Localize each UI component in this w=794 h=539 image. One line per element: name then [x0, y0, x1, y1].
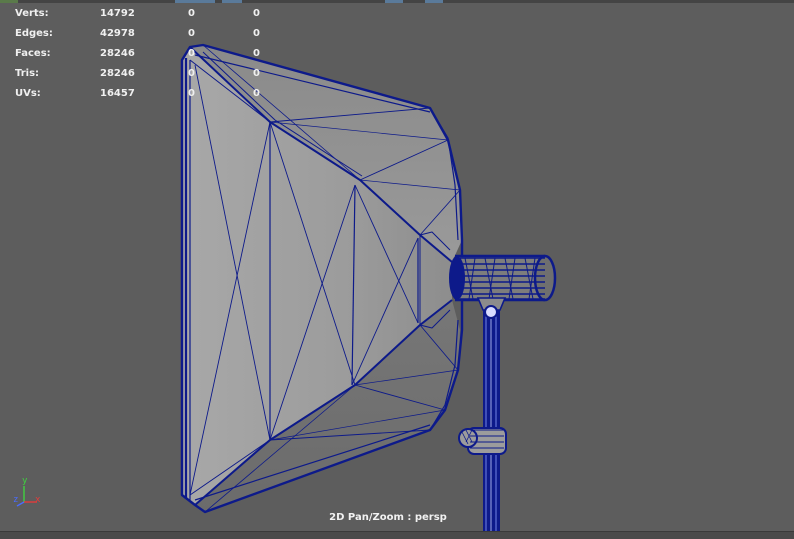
hud-components: 0: [253, 8, 260, 19]
viewport-bottom-edge: [0, 531, 794, 539]
hud-selected: 0: [188, 68, 195, 79]
stand-yoke: [476, 297, 507, 319]
hud-selected: 0: [188, 88, 195, 99]
camera-mode-label: 2D Pan/Zoom : persp: [329, 512, 447, 523]
hud-components: 0: [253, 48, 260, 59]
hud-total: 28246: [100, 48, 135, 59]
hud-row-tris: Tris: 28246 0 0: [15, 64, 275, 84]
softbox-body: [180, 43, 464, 514]
axis-x-label: x: [35, 495, 41, 505]
hud-components: 0: [253, 88, 260, 99]
poly-count-hud: Verts: 14792 0 0 Edges: 42978 0 0 Faces:…: [15, 4, 275, 104]
hud-total: 42978: [100, 28, 135, 39]
hud-label: Verts:: [15, 8, 49, 19]
axis-y-label: y: [22, 476, 28, 486]
hud-total: 14792: [100, 8, 135, 19]
perspective-viewport[interactable]: Verts: 14792 0 0 Edges: 42978 0 0 Faces:…: [0, 0, 794, 539]
light-head-cylinder: [449, 254, 557, 302]
hud-selected: 0: [188, 8, 195, 19]
hud-label: Edges:: [15, 28, 53, 39]
hud-components: 0: [253, 68, 260, 79]
hud-row-faces: Faces: 28246 0 0: [15, 44, 275, 64]
stand-clamp: [458, 427, 507, 455]
hud-selected: 0: [188, 48, 195, 59]
stand-pole: [483, 310, 500, 532]
hud-label: Faces:: [15, 48, 51, 59]
hud-total: 16457: [100, 88, 135, 99]
hud-components: 0: [253, 28, 260, 39]
hud-label: UVs:: [15, 88, 41, 99]
hud-row-edges: Edges: 42978 0 0: [15, 24, 275, 44]
hud-row-verts: Verts: 14792 0 0: [15, 4, 275, 24]
hud-row-uvs: UVs: 16457 0 0: [15, 84, 275, 104]
hud-label: Tris:: [15, 68, 40, 79]
hud-selected: 0: [188, 28, 195, 39]
axis-orientation-icon: y x z: [10, 476, 50, 512]
axis-z-label: z: [13, 495, 19, 505]
hud-total: 28246: [100, 68, 135, 79]
